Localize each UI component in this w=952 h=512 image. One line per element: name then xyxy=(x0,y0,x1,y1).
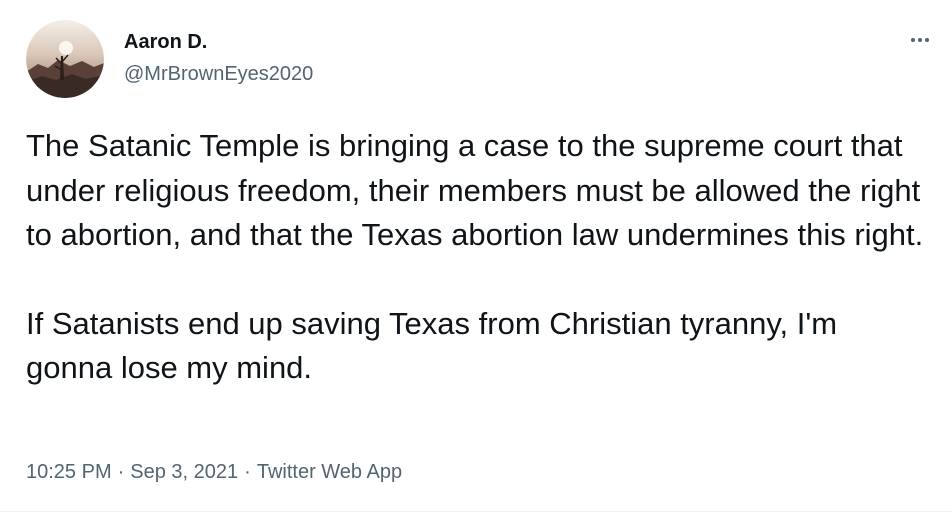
avatar[interactable] xyxy=(26,20,104,98)
tweet-paragraph: The Satanic Temple is bringing a case to… xyxy=(26,128,924,252)
tweet-metadata: 10:25 PM · Sep 3, 2021 · Twitter Web App xyxy=(26,458,402,486)
author-handle[interactable]: @MrBrownEyes2020 xyxy=(124,62,313,86)
more-options-button[interactable] xyxy=(902,28,938,52)
author-name[interactable]: Aaron D. xyxy=(124,30,207,54)
separator: · xyxy=(117,461,125,483)
tweet-source[interactable]: Twitter Web App xyxy=(257,461,402,483)
tweet-text: The Satanic Temple is bringing a case to… xyxy=(26,124,926,391)
separator: · xyxy=(244,461,251,483)
tweet-paragraph: If Satanists end up saving Texas from Ch… xyxy=(26,305,838,386)
more-horizontal-icon xyxy=(918,38,922,42)
tweet-card: Aaron D. @MrBrownEyes2020 The Satanic Te… xyxy=(0,0,952,512)
tweet-time[interactable]: 10:25 PM xyxy=(26,461,112,483)
more-horizontal-icon xyxy=(911,38,915,42)
more-horizontal-icon xyxy=(925,38,929,42)
tweet-date[interactable]: Sep 3, 2021 xyxy=(130,461,238,483)
